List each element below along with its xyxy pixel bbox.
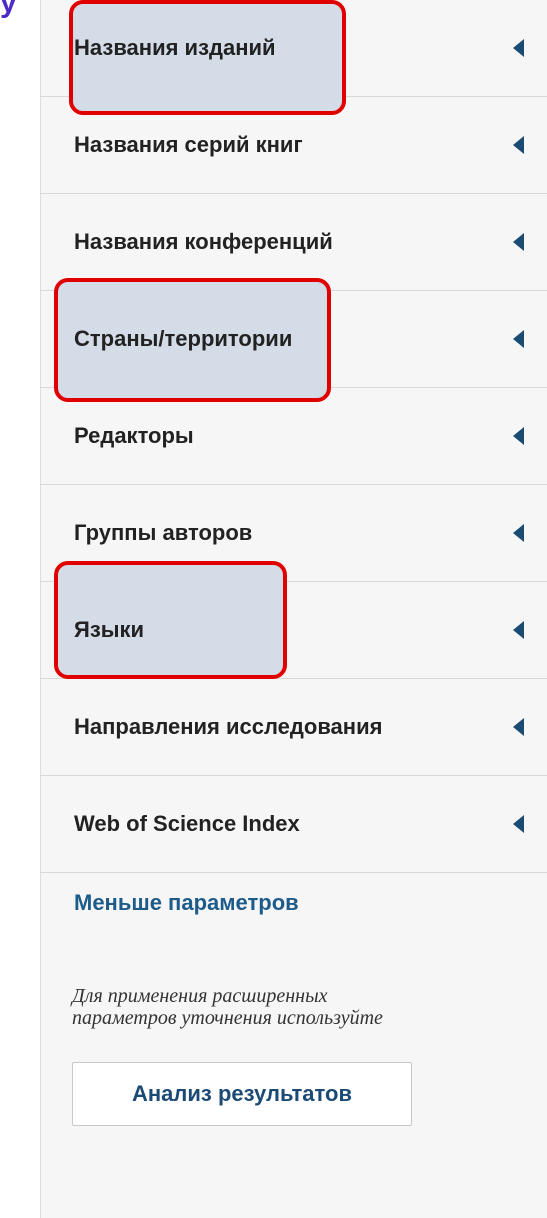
filter-item-label: Редакторы [74, 423, 194, 448]
filter-item-label: Названия изданий [74, 35, 276, 60]
filter-item-conferences[interactable]: Названия конференций [40, 194, 547, 291]
filter-item-label: Языки [74, 617, 145, 642]
caret-left-icon[interactable] [513, 330, 524, 348]
filter-item-countries[interactable]: Страны/территории [40, 278, 547, 402]
caret-left-icon[interactable] [513, 136, 524, 154]
filter-item-wos-index[interactable]: Web of Science Index [40, 776, 547, 873]
filter-item-editors[interactable]: Редакторы [40, 388, 547, 485]
caret-left-icon[interactable] [513, 427, 524, 445]
caret-left-icon[interactable] [513, 233, 524, 251]
caret-left-icon[interactable] [513, 815, 524, 833]
filter-item-languages[interactable]: Языки [40, 561, 547, 679]
filter-item-label: Названия конференций [74, 229, 333, 254]
filter-item-publication-titles[interactable]: Названия изданий [40, 0, 547, 115]
filter-item-label: Направления исследования [74, 714, 383, 739]
filter-item-label: Названия серий книг [74, 132, 303, 157]
filter-item-label: Web of Science Index [74, 811, 300, 836]
filter-item-research-areas[interactable]: Направления исследования [40, 679, 547, 776]
corner-glyph: y [0, 0, 17, 19]
analyze-results-button[interactable]: Анализ результатов [72, 1062, 412, 1126]
caret-left-icon[interactable] [513, 524, 524, 542]
hint-text: Для применения расширенных параметров ут… [72, 985, 383, 1029]
less-options-link[interactable]: Меньше параметров [74, 890, 299, 916]
filter-item-label: Группы авторов [74, 520, 253, 545]
caret-left-icon[interactable] [513, 718, 524, 736]
filter-item-label: Страны/территории [74, 326, 293, 351]
caret-left-icon[interactable] [513, 39, 524, 57]
filter-list: Названия изданий Названия серий книг Наз… [40, 0, 547, 873]
caret-left-icon[interactable] [513, 621, 524, 639]
